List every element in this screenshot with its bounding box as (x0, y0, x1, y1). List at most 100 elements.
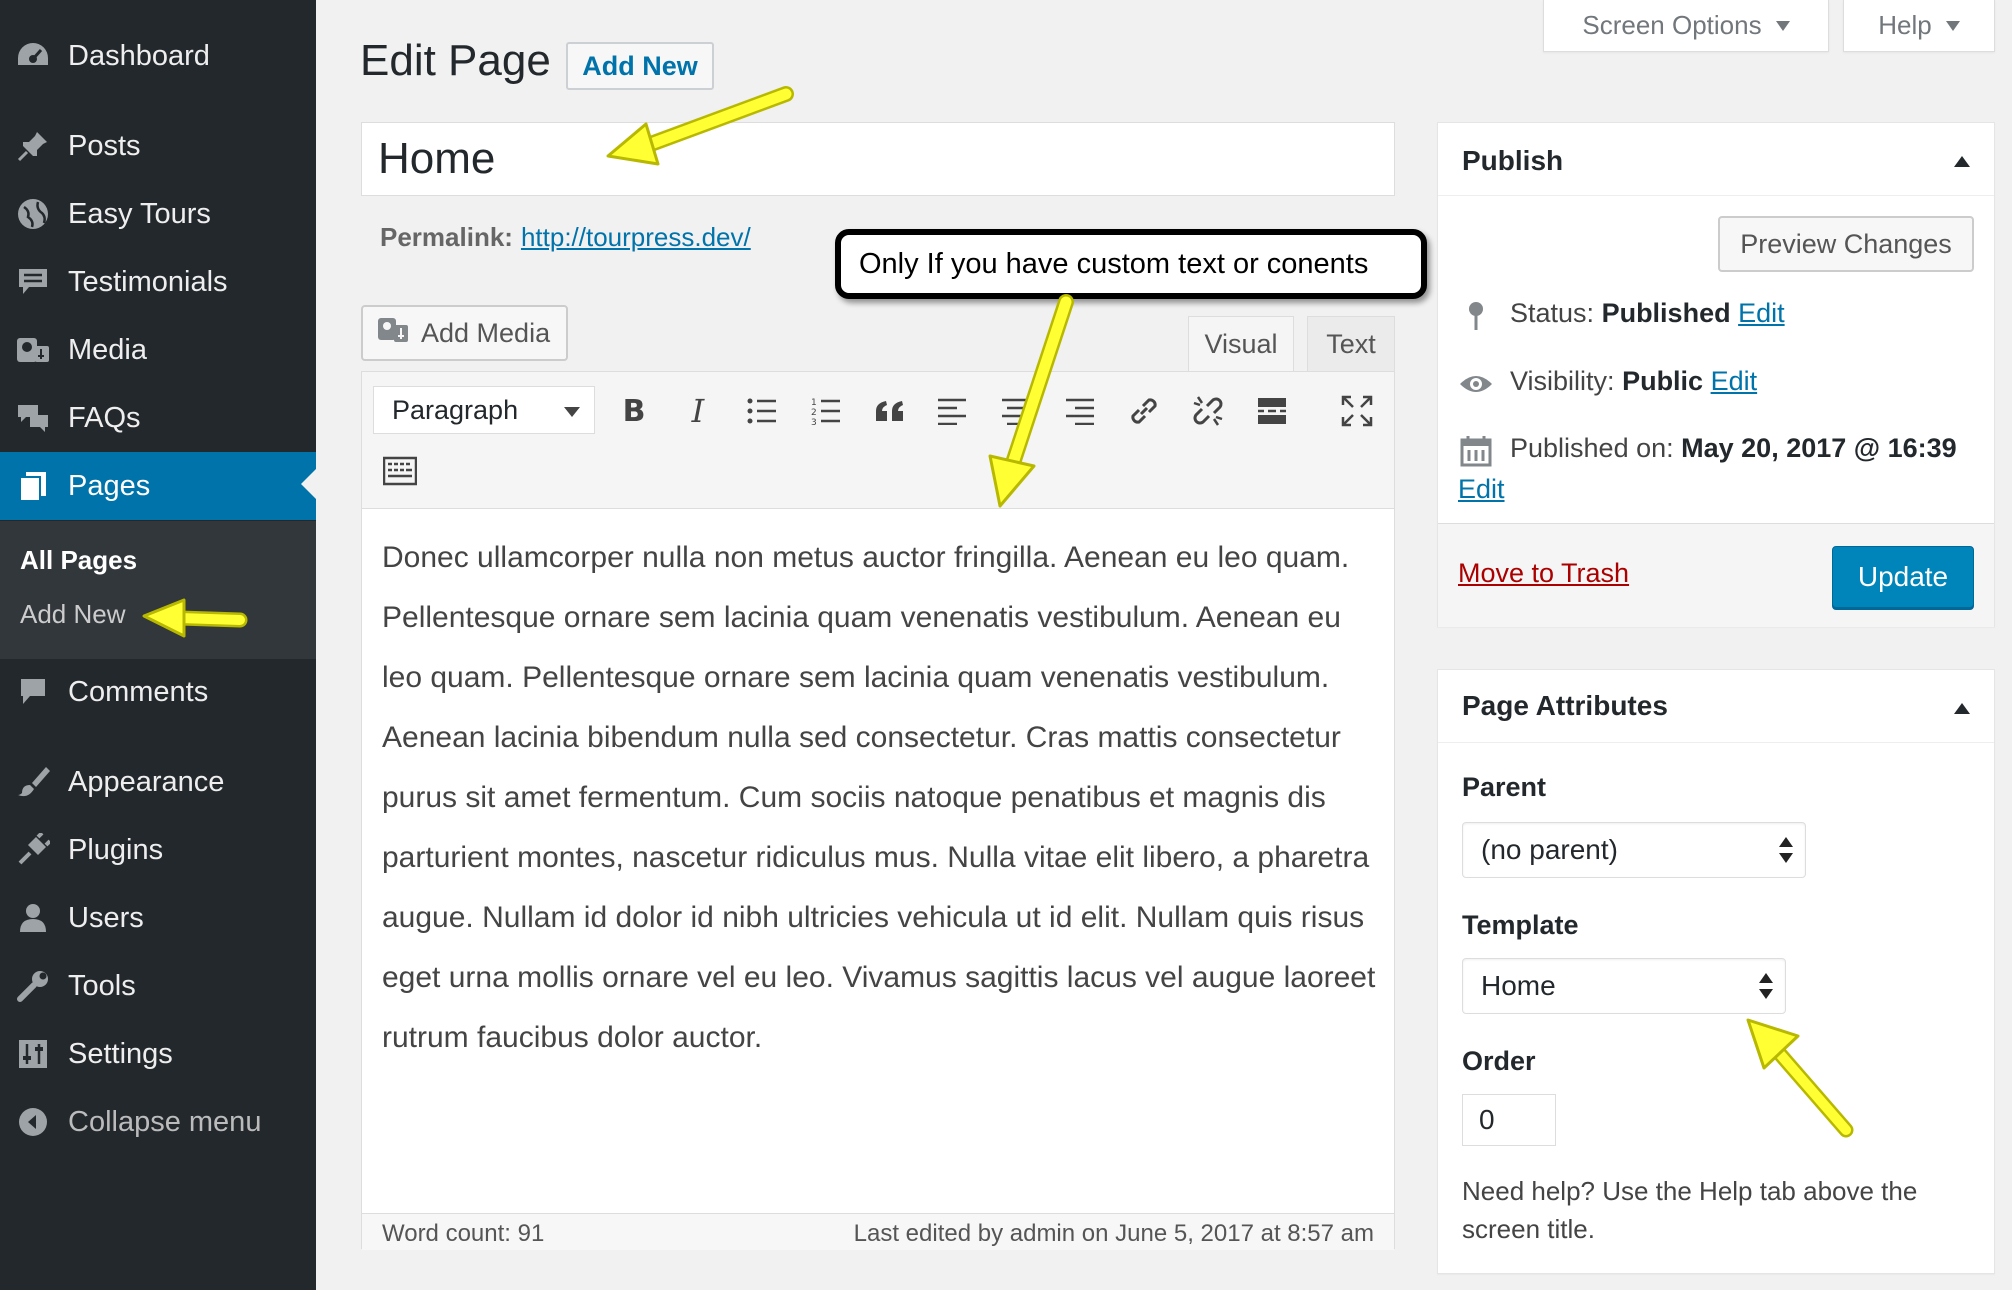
menu-pages[interactable]: Pages (0, 452, 316, 520)
collapse-arrow-icon[interactable] (1954, 703, 1970, 714)
select-arrows-icon (1759, 973, 1773, 999)
bullet-list-icon[interactable] (740, 389, 784, 433)
menu-dashboard[interactable]: Dashboard (0, 24, 316, 88)
status-value: Published (1601, 298, 1731, 328)
parent-select[interactable]: (no parent) (1462, 822, 1806, 878)
chat-bubbles-icon (14, 400, 52, 436)
menu-easy-tours[interactable]: Easy Tours (0, 182, 316, 246)
active-indicator (301, 469, 316, 499)
menu-posts[interactable]: Posts (0, 114, 316, 178)
menu-testimonials[interactable]: Testimonials (0, 250, 316, 314)
menu-label: Testimonials (68, 265, 228, 298)
submenu-add-new[interactable]: Add New (20, 599, 126, 630)
status-row: Status: Published Edit (1510, 298, 1785, 329)
annotation-arrow-icon (988, 294, 1074, 508)
menu-settings[interactable]: Settings (0, 1022, 316, 1086)
move-to-trash-link[interactable]: Move to Trash (1458, 558, 1629, 589)
menu-label: Posts (68, 129, 141, 162)
svg-text:3: 3 (811, 418, 817, 426)
svg-text:2: 2 (811, 408, 817, 418)
template-value: Home (1481, 970, 1556, 1001)
update-button[interactable]: Update (1832, 546, 1974, 608)
wrench-icon (14, 968, 52, 1004)
chevron-down-icon (564, 407, 580, 417)
menu-plugins[interactable]: Plugins (0, 818, 316, 882)
menu-tools[interactable]: Tools (0, 954, 316, 1018)
collapse-menu-button[interactable]: Collapse menu (0, 1090, 316, 1154)
align-left-icon[interactable] (930, 389, 974, 433)
published-label: Published on: (1510, 433, 1674, 463)
submenu-all-pages[interactable]: All Pages (20, 545, 137, 576)
italic-icon[interactable]: I (676, 389, 720, 433)
add-media-icon (377, 315, 411, 352)
select-arrows-icon (1779, 837, 1793, 863)
menu-label: FAQs (68, 401, 141, 434)
unlink-icon[interactable] (1186, 389, 1230, 433)
menu-label: Comments (68, 675, 209, 708)
chevron-down-icon (1775, 20, 1790, 31)
format-value: Paragraph (392, 394, 519, 425)
eye-icon (1458, 366, 1494, 402)
fullscreen-icon[interactable] (1335, 389, 1379, 433)
pin-icon (14, 128, 52, 164)
annotation-arrow-icon (1746, 1018, 1854, 1138)
chevron-down-icon (1945, 20, 1960, 31)
help-label: Help (1878, 10, 1932, 40)
calendar-icon (1458, 433, 1494, 469)
permalink-label: Permalink: (380, 222, 513, 252)
link-icon[interactable] (1122, 389, 1166, 433)
published-edit-link[interactable]: Edit (1458, 474, 1505, 505)
tab-visual[interactable]: Visual (1188, 316, 1294, 372)
menu-label: Settings (68, 1037, 173, 1070)
screen-options-label: Screen Options (1582, 10, 1762, 40)
add-media-button[interactable]: Add Media (361, 305, 568, 361)
menu-appearance[interactable]: Appearance (0, 750, 316, 814)
numbered-list-icon[interactable]: 123 (804, 389, 848, 433)
menu-label: Plugins (68, 833, 164, 866)
visibility-edit-link[interactable]: Edit (1711, 366, 1758, 396)
help-text: Need help? Use the Help tab above the sc… (1462, 1176, 1918, 1244)
order-input[interactable]: 0 (1462, 1094, 1556, 1146)
menu-comments[interactable]: Comments (0, 660, 316, 724)
publish-box-title: Publish (1462, 145, 1564, 176)
toolbar-toggle-icon[interactable] (378, 449, 422, 493)
format-select[interactable]: Paragraph (373, 386, 595, 434)
paintbrush-icon (14, 764, 52, 800)
tab-text[interactable]: Text (1307, 316, 1395, 372)
annotation-arrow-icon (142, 598, 248, 638)
word-count: Word count: 91 (382, 1220, 545, 1247)
plug-icon (14, 832, 52, 868)
menu-faqs[interactable]: FAQs (0, 386, 316, 450)
collapse-arrow-icon[interactable] (1954, 156, 1970, 167)
comment-icon (14, 674, 52, 710)
menu-label: Collapse menu (68, 1105, 262, 1138)
settings-icon (14, 1036, 52, 1072)
read-more-icon[interactable] (1250, 389, 1294, 433)
visibility-label: Visibility: (1510, 366, 1615, 396)
blockquote-icon[interactable] (868, 389, 912, 433)
template-select[interactable]: Home (1462, 958, 1786, 1014)
divider (1438, 195, 1994, 196)
status-edit-link[interactable]: Edit (1738, 298, 1785, 328)
bold-icon[interactable]: B (612, 389, 656, 433)
template-label: Template (1462, 910, 1579, 940)
menu-media[interactable]: Media (0, 318, 316, 382)
permalink-link[interactable]: http://tourpress.dev/ (521, 222, 751, 252)
media-icon (14, 332, 52, 368)
admin-sidebar: Dashboard Posts Easy Tours Testimonials … (0, 0, 316, 1290)
annotation-arrow-icon (606, 86, 794, 166)
post-title-input[interactable]: Home (361, 122, 1395, 196)
preview-changes-button[interactable]: Preview Changes (1718, 216, 1974, 272)
annotation-callout: Only If you have custom text or conents (835, 229, 1427, 299)
published-value: May 20, 2017 @ 16:39 (1681, 433, 1957, 463)
user-icon (14, 900, 52, 936)
menu-label: Users (68, 901, 144, 934)
help-button[interactable]: Help (1843, 0, 1995, 52)
screen-options-button[interactable]: Screen Options (1543, 0, 1829, 52)
parent-value: (no parent) (1481, 834, 1618, 865)
editor-content[interactable]: Donec ullamcorper nulla non metus auctor… (382, 528, 1382, 1068)
globe-icon (14, 196, 52, 232)
menu-label: Appearance (68, 765, 225, 798)
dashboard-icon (14, 38, 52, 74)
menu-users[interactable]: Users (0, 886, 316, 950)
